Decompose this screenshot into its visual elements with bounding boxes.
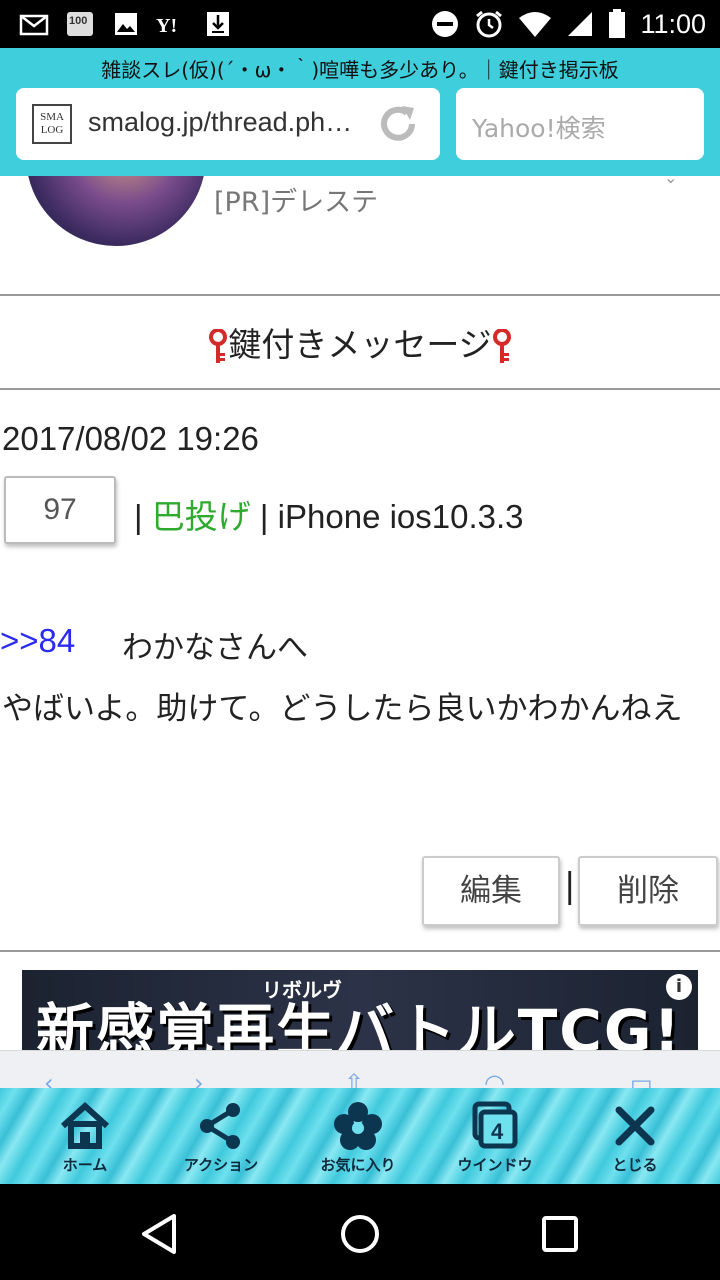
app-icon: 100 bbox=[64, 9, 96, 39]
search-placeholder: Yahoo!検索 bbox=[472, 114, 606, 143]
home-nav-icon[interactable] bbox=[336, 1210, 384, 1258]
section-title: 鍵付きメッセージ bbox=[0, 318, 720, 366]
post-number-button[interactable]: 97 bbox=[4, 476, 116, 544]
flower-icon bbox=[334, 1102, 382, 1150]
key-icon bbox=[492, 328, 511, 363]
meta-separator: | bbox=[134, 498, 143, 535]
post-meta: | 巴投げ | iPhone ios10.3.3 bbox=[134, 490, 524, 538]
post-body: やばいよ。助けて。どうしたら良いかわかんねえ bbox=[2, 691, 683, 727]
ad-banner[interactable]: 新感覚再生バトルTCG! リボルヴ i bbox=[22, 970, 698, 1050]
ad-ruby: リボルヴ bbox=[262, 978, 342, 1002]
toolbar-label: アクション bbox=[183, 1156, 259, 1174]
toolbar-label: とじる bbox=[612, 1156, 658, 1174]
browser-toolbar: 雑談スレ(仮)(´・ω・｀)喧嘩も多少あり。｜鍵付き掲示板 SMA LOG sm… bbox=[0, 48, 720, 176]
do-not-disturb-icon bbox=[432, 11, 459, 37]
recents-nav-icon[interactable] bbox=[536, 1210, 584, 1258]
post-date: 2017/08/02 19:26 bbox=[2, 420, 259, 457]
toolbar-favorites[interactable]: お気に入り bbox=[293, 1088, 423, 1184]
toolbar-label: お気に入り bbox=[320, 1156, 396, 1174]
key-icon bbox=[209, 328, 228, 363]
url-text[interactable]: smalog.jp/thread.ph… bbox=[88, 107, 352, 138]
info-icon[interactable]: i bbox=[666, 974, 692, 1000]
toolbar-home[interactable]: ホーム bbox=[20, 1088, 150, 1184]
reload-icon[interactable] bbox=[374, 100, 422, 148]
reply-anchor-link[interactable]: >>84 bbox=[0, 622, 75, 660]
divider bbox=[0, 388, 720, 390]
meta-separator: | bbox=[259, 498, 269, 535]
page-title: 雑談スレ(仮)(´・ω・｀)喧嘩も多少あり。｜鍵付き掲示板 bbox=[101, 58, 619, 82]
signal-icon bbox=[568, 12, 593, 36]
ad-headline: 新感覚再生バトルTCG! bbox=[36, 997, 682, 1050]
status-bar: 100 Y! 11:00 bbox=[0, 0, 720, 48]
share-icon bbox=[200, 1103, 240, 1149]
close-icon bbox=[615, 1106, 655, 1146]
svg-text:100: 100 bbox=[69, 15, 87, 27]
image-icon bbox=[110, 9, 142, 39]
browser-nav-strip: ‹ › ⇧ ◠ ▭ bbox=[0, 1050, 720, 1097]
post-device: iPhone ios10.3.3 bbox=[277, 498, 524, 535]
page-content: [PR]デレステ ⌄ 鍵付きメッセージ 2017/08/02 19:26 97 … bbox=[0, 176, 720, 1050]
notification-icons: 100 Y! bbox=[18, 6, 234, 42]
post-author: 巴投げ bbox=[151, 498, 251, 535]
download-icon bbox=[202, 9, 234, 39]
delete-button[interactable]: 削除 bbox=[578, 856, 718, 926]
url-bar[interactable]: SMA LOG smalog.jp/thread.ph… bbox=[16, 88, 440, 160]
divider bbox=[0, 950, 720, 952]
toolbar-label: ホーム bbox=[62, 1156, 108, 1174]
battery-icon bbox=[609, 9, 626, 38]
window-icon: 4 bbox=[472, 1101, 518, 1149]
home-icon bbox=[60, 1101, 110, 1149]
chevron-down-icon[interactable]: ⌄ bbox=[664, 176, 677, 187]
ad-avatar-image[interactable] bbox=[26, 176, 206, 246]
search-input[interactable]: Yahoo!検索 bbox=[456, 88, 704, 160]
clock: 11:00 bbox=[640, 8, 706, 39]
reply-to-text: わかなさんへ bbox=[122, 630, 308, 666]
yahoo-icon: Y! bbox=[156, 9, 188, 39]
pr-label[interactable]: [PR]デレステ bbox=[214, 180, 378, 219]
alarm-icon bbox=[476, 10, 503, 38]
toolbar-action[interactable]: アクション bbox=[156, 1088, 286, 1184]
divider bbox=[0, 294, 720, 296]
site-favicon: SMA LOG bbox=[32, 104, 72, 144]
wifi-icon bbox=[519, 12, 552, 37]
mail-icon bbox=[18, 9, 50, 39]
button-separator: | bbox=[564, 866, 576, 906]
system-nav-bar bbox=[0, 1184, 720, 1280]
bottom-toolbar: ホーム アクション お気に入り 4 ウインドウ とじる bbox=[0, 1088, 720, 1184]
section-title-text: 鍵付きメッセージ bbox=[228, 325, 492, 364]
toolbar-window[interactable]: 4 ウインドウ bbox=[430, 1088, 560, 1184]
back-nav-icon[interactable] bbox=[136, 1210, 184, 1258]
system-icons: 11:00 bbox=[430, 0, 706, 48]
toolbar-label: ウインドウ bbox=[457, 1156, 533, 1174]
window-count: 4 bbox=[491, 1119, 504, 1144]
toolbar-close[interactable]: とじる bbox=[570, 1088, 700, 1184]
svg-text:Y!: Y! bbox=[156, 15, 177, 37]
edit-button[interactable]: 編集 bbox=[422, 856, 560, 926]
